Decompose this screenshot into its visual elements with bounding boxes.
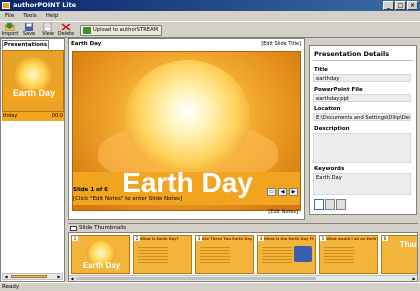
view-label: View (42, 31, 54, 37)
previous-slide-button[interactable]: ◀ (278, 188, 287, 196)
thumbnail-title: What is the Earth Day Flag? (264, 237, 314, 241)
description-field[interactable] (313, 133, 411, 163)
thumbnail-big-text: Thank (399, 240, 417, 249)
location-field[interactable]: E:\Documents and Settings\Dilip\Desktop\… (313, 113, 411, 121)
status-bar: Ready (0, 282, 420, 290)
menu-tools[interactable]: Tools (23, 11, 37, 21)
thumbnail-big-text: Earth Day (82, 261, 121, 270)
thumbnails-icon (70, 226, 77, 231)
slide-thumbnail[interactable]: 3 Are There Two Earth Days? (195, 235, 254, 274)
slide-thumbnail[interactable]: 2 What is Earth Day? (133, 235, 192, 274)
slide-thumbnails-bar[interactable]: Slide Thumbnails (68, 223, 418, 232)
thumbnail-picture (294, 246, 312, 262)
thumbnail-title: What would I do on Earth Day? (326, 237, 376, 241)
slide-navigation: ▭ ◀ ▶ (267, 188, 298, 196)
edit-pencil-icon[interactable] (336, 199, 346, 210)
properties-view-icon[interactable] (314, 199, 324, 210)
left-horizontal-scrollbar[interactable]: ◀ ▶ (2, 273, 63, 280)
upload-icon (83, 27, 91, 34)
edit-slide-title-link[interactable]: [Edit Slide Title] (261, 41, 301, 47)
thumbnail-title: What is Earth Day? (140, 237, 179, 241)
title-field[interactable]: earthday (313, 74, 411, 82)
import-icon (5, 23, 15, 31)
slide-thumbnail[interactable]: Earth Day 1 (71, 235, 130, 274)
save-button[interactable]: Save (20, 23, 38, 37)
window-controls: _ □ × (383, 1, 418, 10)
slide-thumbnail[interactable]: 4 What is the Earth Day Flag? (257, 235, 316, 274)
slide-counter: Slide 1 of 6 (73, 187, 108, 193)
slide-panel: Earth Day [Edit Slide Title] Earth Day S… (68, 38, 305, 220)
app-icon (2, 2, 10, 9)
scroll-thumb[interactable] (76, 277, 316, 280)
slide-thumbnail[interactable]: 6 Thank (381, 235, 417, 274)
import-button[interactable]: Import (1, 23, 19, 37)
presentation-thumbnail[interactable]: Earth Day (2, 50, 64, 112)
location-label: Location (314, 106, 341, 112)
delete-button[interactable]: Delete (57, 23, 75, 37)
presentation-name: thday (3, 113, 18, 119)
presentation-details-panel: Presentation Details Title earthday Powe… (309, 45, 417, 215)
menu-file[interactable]: File (5, 11, 14, 21)
details-tools (314, 199, 346, 210)
maximize-button[interactable]: □ (395, 1, 406, 10)
presentation-duration: 00:0 (51, 113, 63, 119)
powerpoint-file-label: PowerPoint File (314, 87, 363, 93)
save-label: Save (22, 31, 36, 37)
thumbnail-title: Are There Two Earth Days? (202, 237, 252, 241)
scroll-right-arrow-icon[interactable]: ▶ (411, 276, 417, 281)
slide-title: Earth Day (71, 41, 102, 47)
globe-image (125, 60, 250, 175)
delete-icon (61, 23, 71, 31)
window-title: authorPOINT Lite (13, 1, 77, 9)
menu-help[interactable]: Help (46, 11, 59, 21)
slide-notes: [Click "Edit Notes" to enter Slide Notes… (73, 196, 182, 202)
keywords-label: Keywords (314, 166, 345, 172)
presentations-panel: Presentations Earth Day thday 00:0 ◀ ▶ (0, 38, 65, 282)
selected-presentation-row[interactable]: thday 00:0 (2, 112, 64, 121)
view-button[interactable]: View (39, 23, 57, 37)
slide-thumbnail[interactable]: 5 What would I do on Earth Day? (319, 235, 378, 274)
toolbar: Import Save View Delete Upload to author… (0, 21, 420, 38)
scroll-right-arrow-icon[interactable]: ▶ (56, 274, 62, 279)
details-heading: Presentation Details (314, 50, 390, 58)
title-label: Title (314, 67, 328, 73)
slide-thumbnails-strip: Earth Day 1 2 What is Earth Day? 3 Are T… (68, 232, 418, 282)
thumbnail-text: Earth Day (12, 88, 56, 98)
first-slide-button[interactable]: ▭ (267, 188, 276, 196)
edit-notes-link[interactable]: [Edit Notes] (268, 209, 298, 215)
scroll-left-arrow-icon[interactable]: ◀ (69, 276, 75, 281)
divider (313, 60, 413, 61)
upload-button[interactable]: Upload to authorSTREAM (80, 25, 163, 36)
keywords-field[interactable]: Earth Day (313, 173, 411, 195)
thumbnail-number: 1 (72, 236, 78, 241)
upload-label: Upload to authorSTREAM (93, 27, 159, 33)
person-view-icon[interactable] (325, 199, 335, 210)
import-label: Import (1, 31, 19, 37)
window-title-bar[interactable]: authorPOINT Lite _ □ × (0, 0, 420, 11)
powerpoint-file-field[interactable]: earthday.ppt (313, 94, 411, 102)
slide-thumbnails-label: Slide Thumbnails (79, 225, 127, 231)
description-label: Description (314, 126, 350, 132)
thumbnails-scrollbar[interactable]: ◀ ▶ (69, 275, 417, 281)
view-icon (43, 23, 52, 31)
scroll-left-arrow-icon[interactable]: ◀ (3, 274, 9, 279)
menu-bar: File Tools Help (0, 11, 420, 21)
minimize-button[interactable]: _ (383, 1, 394, 10)
close-button[interactable]: × (407, 1, 418, 10)
next-slide-button[interactable]: ▶ (289, 188, 298, 196)
scroll-thumb[interactable] (11, 275, 47, 278)
save-icon (25, 23, 33, 31)
tab-presentations[interactable]: Presentations (2, 40, 49, 49)
delete-label: Delete (57, 31, 75, 37)
